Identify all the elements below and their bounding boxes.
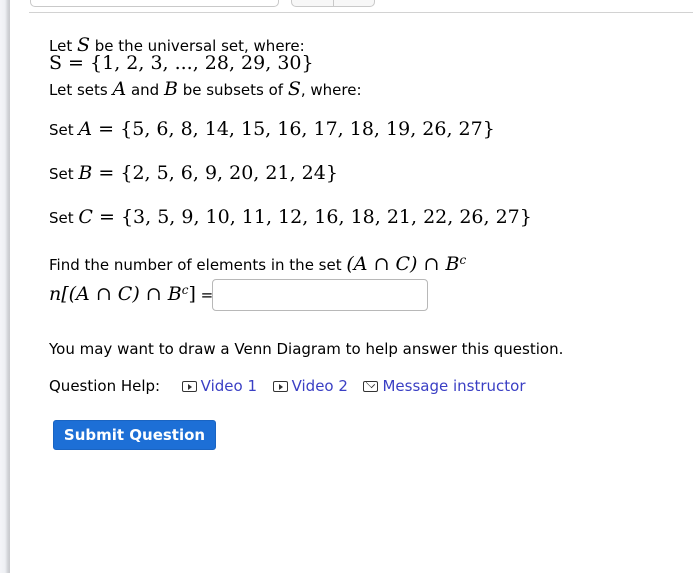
complement-sup: c bbox=[459, 253, 467, 267]
set-b-line: Set B = {2, 5, 6, 9, 20, 21, 24} bbox=[49, 162, 338, 184]
message-instructor-link[interactable]: Message instructor bbox=[363, 377, 526, 395]
var-s: S bbox=[287, 78, 301, 100]
top-button-1[interactable] bbox=[292, 0, 333, 6]
set-elements: {2, 5, 6, 9, 20, 21, 24} bbox=[120, 162, 338, 184]
equals: = bbox=[92, 162, 121, 184]
set-label: Set bbox=[49, 209, 79, 227]
left-panel-edge bbox=[0, 0, 10, 573]
top-input-field[interactable] bbox=[30, 0, 279, 7]
hint-text: You may want to draw a Venn Diagram to h… bbox=[49, 340, 564, 358]
set-elements: {5, 6, 8, 14, 15, 16, 17, 18, 19, 26, 27… bbox=[120, 118, 495, 140]
set-c-line: Set C = {3, 5, 9, 10, 11, 12, 16, 18, 21… bbox=[49, 206, 532, 228]
set-label: Set bbox=[49, 121, 79, 139]
question-prompt: Find the number of elements in the set (… bbox=[49, 253, 466, 275]
text: Let sets bbox=[49, 81, 113, 99]
text: be subsets of bbox=[177, 81, 288, 99]
equals: = bbox=[195, 286, 214, 304]
text: and bbox=[126, 81, 164, 99]
bracket: ] bbox=[188, 283, 196, 305]
set-label: Set bbox=[49, 165, 79, 183]
set-name: C bbox=[78, 206, 93, 228]
set-name: A bbox=[78, 118, 93, 140]
text: , where: bbox=[300, 81, 362, 99]
equals: = bbox=[92, 206, 121, 228]
set-expression: (A ∩ C) ∩ B bbox=[346, 253, 460, 275]
intro-line-3: Let sets A and B be subsets of S, where: bbox=[49, 78, 362, 100]
equals: = bbox=[92, 118, 121, 140]
set-a-line: Set A = {5, 6, 8, 14, 15, 16, 17, 18, 19… bbox=[49, 118, 495, 140]
play-icon bbox=[272, 381, 288, 392]
prompt-text: Find the number of elements in the set bbox=[49, 256, 347, 274]
universal-set: S = {1, 2, 3, ..., 28, 29, 30} bbox=[49, 52, 314, 74]
answer-label: n[(A ∩ C) ∩ Bc] = bbox=[49, 283, 213, 305]
question-help: Question Help: Video 1 Video 2 Message i… bbox=[49, 377, 526, 395]
link-label: Video 1 bbox=[200, 377, 258, 395]
answer-expr: n[(A ∩ C) ∩ B bbox=[49, 283, 182, 305]
set-elements: {3, 5, 9, 10, 11, 12, 16, 18, 21, 22, 26… bbox=[120, 206, 532, 228]
top-button-group bbox=[291, 0, 375, 7]
set-name: B bbox=[78, 162, 93, 184]
divider bbox=[29, 12, 693, 13]
video-1-link[interactable]: Video 1 bbox=[181, 377, 258, 395]
video-2-link[interactable]: Video 2 bbox=[272, 377, 348, 395]
answer-input[interactable] bbox=[212, 279, 428, 311]
mail-icon bbox=[363, 381, 379, 392]
link-label: Message instructor bbox=[382, 377, 526, 395]
help-label: Question Help: bbox=[49, 377, 161, 395]
play-icon bbox=[181, 381, 197, 392]
submit-question-button[interactable]: Submit Question bbox=[53, 420, 216, 450]
link-label: Video 2 bbox=[291, 377, 348, 395]
top-button-2[interactable] bbox=[332, 0, 375, 6]
var-a: A bbox=[112, 78, 127, 100]
var-b: B bbox=[163, 78, 178, 100]
